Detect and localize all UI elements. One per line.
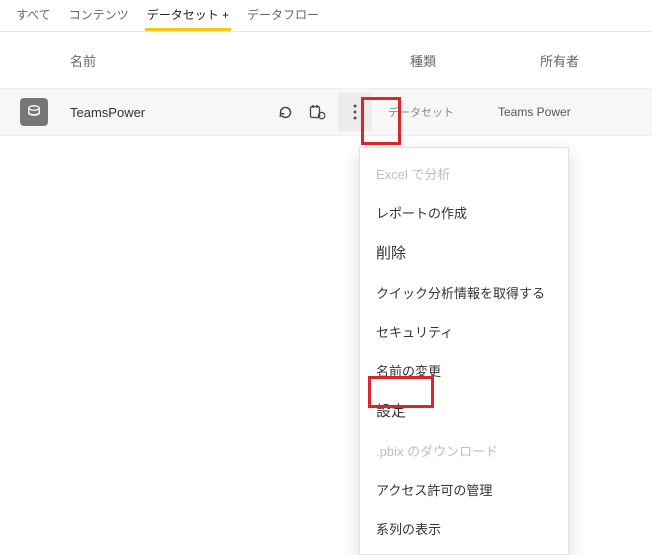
menu-manage-permissions[interactable]: アクセス許可の管理: [360, 470, 568, 509]
table-row[interactable]: TeamsPower データセット Teams Po: [0, 88, 652, 136]
menu-delete[interactable]: 削除: [360, 232, 568, 273]
column-headers: 名前 種類 所有者: [0, 32, 652, 88]
schedule-refresh-button[interactable]: [302, 97, 332, 127]
menu-analyze-in-excel: Excel で分析: [360, 154, 568, 193]
tab-all[interactable]: すべて: [14, 2, 53, 31]
menu-quick-insights[interactable]: クイック分析情報を取得する: [360, 273, 568, 312]
dataset-name[interactable]: TeamsPower: [70, 105, 270, 120]
menu-view-lineage[interactable]: 系列の表示: [360, 509, 568, 548]
tab-bar: すべて コンテンツ データセット + データフロー: [0, 0, 652, 32]
tab-datasets[interactable]: データセット +: [145, 2, 231, 31]
dataset-type: データセット: [388, 104, 498, 120]
column-header-name[interactable]: 名前: [70, 51, 360, 70]
tab-dataflows[interactable]: データフロー: [245, 2, 321, 31]
column-header-type[interactable]: 種類: [410, 51, 540, 70]
column-header-owner[interactable]: 所有者: [540, 51, 652, 70]
menu-rename[interactable]: 名前の変更: [360, 351, 568, 390]
tab-content[interactable]: コンテンツ: [67, 2, 131, 31]
dataset-owner: Teams Power: [498, 105, 571, 119]
menu-create-report[interactable]: レポートの作成: [360, 193, 568, 232]
menu-security[interactable]: セキュリティ: [360, 312, 568, 351]
refresh-button[interactable]: [270, 97, 300, 127]
vertical-ellipsis-icon: [353, 104, 357, 120]
row-actions: [270, 93, 372, 131]
more-options-button[interactable]: [338, 93, 372, 131]
menu-settings[interactable]: 設定: [360, 390, 568, 431]
menu-download-pbix: .pbix のダウンロード: [360, 431, 568, 470]
context-menu: Excel で分析 レポートの作成 削除 クイック分析情報を取得する セキュリテ…: [359, 147, 569, 555]
dataset-icon: [20, 98, 48, 126]
